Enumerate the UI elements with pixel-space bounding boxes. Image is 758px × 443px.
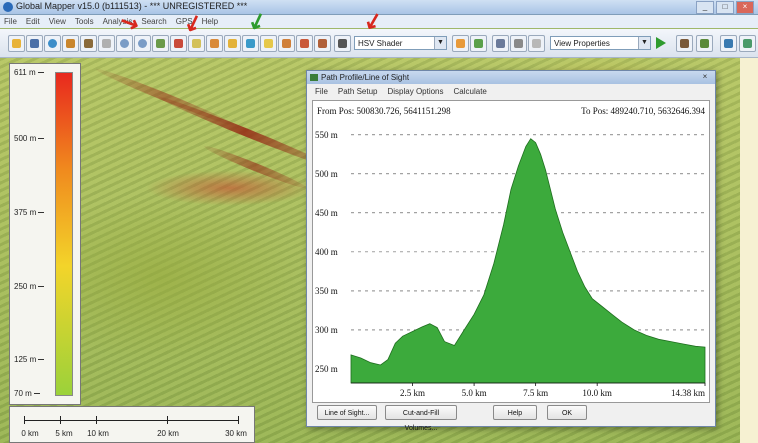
legend-label: 125 m <box>14 355 45 364</box>
ok-button[interactable]: OK <box>547 405 587 420</box>
dialog-menu-display-options[interactable]: Display Options <box>387 87 443 96</box>
menu-edit[interactable]: Edit <box>26 17 40 26</box>
menu-view[interactable]: View <box>49 17 66 26</box>
globe-icon[interactable] <box>44 35 61 52</box>
side-panel-strip <box>740 58 758 443</box>
terrain-ridge <box>93 65 237 129</box>
elevation-icon[interactable] <box>720 35 737 52</box>
line-of-sight-button[interactable]: Line of Sight... <box>317 405 377 420</box>
scale-label: 10 km <box>87 429 109 438</box>
x-tick-label: 10.0 km <box>582 388 612 398</box>
maximize-icon[interactable]: □ <box>716 1 734 14</box>
toolbar: HSV Shader ▼ View Properties ▼ <box>0 29 758 58</box>
binoculars-icon[interactable] <box>334 35 351 52</box>
elevation-legend: 611 m 500 m 375 m 250 m 125 m 70 m <box>9 63 81 405</box>
line-of-sight-icon[interactable] <box>260 35 277 52</box>
overlay-icon[interactable] <box>80 35 97 52</box>
export-icon[interactable] <box>492 35 509 52</box>
x-tick-label: 2.5 km <box>400 388 425 398</box>
zoom-in-icon[interactable] <box>116 35 133 52</box>
profile-icon <box>310 74 318 81</box>
scale-tick <box>96 416 97 424</box>
dialog-title-bar[interactable]: Path Profile/Line of Sight × <box>307 71 715 84</box>
play-icon[interactable] <box>656 37 666 49</box>
tower-icon[interactable] <box>278 35 295 52</box>
feature-info-icon[interactable] <box>206 35 223 52</box>
legend-label: 250 m <box>14 282 45 291</box>
minimize-icon[interactable]: _ <box>696 1 714 14</box>
y-tick-label: 400 m <box>315 247 338 257</box>
layers-icon[interactable] <box>62 35 79 52</box>
menu-file[interactable]: File <box>4 17 17 26</box>
print-icon[interactable] <box>510 35 527 52</box>
full-view-icon[interactable] <box>170 35 187 52</box>
light-icon[interactable] <box>470 35 487 52</box>
window-controls: _ □ × <box>696 1 754 14</box>
x-tick-label: 14.38 km <box>671 388 705 398</box>
measure-icon[interactable] <box>188 35 205 52</box>
y-tick-label: 550 m <box>315 130 338 140</box>
legend-label: 500 m <box>14 134 45 143</box>
help-button[interactable]: Help <box>493 405 537 420</box>
menu-tools[interactable]: Tools <box>75 17 94 26</box>
scale-tick <box>238 416 239 424</box>
dialog-menu-calculate[interactable]: Calculate <box>454 87 487 96</box>
scale-bar-line <box>24 420 239 421</box>
scale-tick <box>167 416 168 424</box>
terrain-icon[interactable] <box>696 35 713 52</box>
dialog-menu-bar: File Path Setup Display Options Calculat… <box>307 85 715 98</box>
y-tick-label: 250 m <box>315 364 338 374</box>
area-icon[interactable] <box>224 35 241 52</box>
3d-view-icon[interactable] <box>676 35 693 52</box>
save-icon[interactable] <box>26 35 43 52</box>
scale-label: 30 km <box>225 429 247 438</box>
y-tick-label: 350 m <box>315 286 338 296</box>
close-icon[interactable]: × <box>698 72 712 82</box>
x-tick-label: 5.0 km <box>462 388 487 398</box>
scale-tick <box>24 416 25 424</box>
watershed-icon[interactable] <box>739 35 756 52</box>
scale-bar: 0 km 5 km 10 km 20 km 30 km <box>9 406 255 443</box>
elevation-color-ramp <box>55 72 73 396</box>
draw-icon[interactable] <box>296 35 313 52</box>
profile-plot-area: From Pos: 500830.726, 5641151.298 To Pos… <box>312 100 710 403</box>
open-folder-icon[interactable] <box>8 35 25 52</box>
zoom-out-icon[interactable] <box>134 35 151 52</box>
legend-label: 70 m <box>14 389 40 398</box>
view-select-value: View Properties <box>554 39 610 48</box>
close-icon[interactable]: × <box>736 1 754 14</box>
menu-search[interactable]: Search <box>141 17 166 26</box>
menu-help[interactable]: Help <box>202 17 218 26</box>
copy-icon[interactable] <box>528 35 545 52</box>
elevation-profile-area <box>350 138 706 384</box>
y-tick-label: 500 m <box>315 169 338 179</box>
profile-chart: 250 m 300 m 350 m 400 m 450 m 500 m 550 m 2.5 k… <box>315 130 706 398</box>
dialog-button-row: Line of Sight... Cut-and-Fill Volumes...… <box>307 405 715 432</box>
x-tick-label: 7.5 km <box>523 388 548 398</box>
chevron-down-icon[interactable]: ▼ <box>434 37 446 49</box>
chevron-down-icon[interactable]: ▼ <box>638 37 650 49</box>
view-properties-select[interactable]: View Properties ▼ <box>550 36 651 50</box>
edit-icon[interactable] <box>98 35 115 52</box>
shader-select[interactable]: HSV Shader ▼ <box>354 36 447 50</box>
dialog-title: Path Profile/Line of Sight <box>321 73 410 82</box>
scale-label: 20 km <box>157 429 179 438</box>
digitize-icon[interactable] <box>314 35 331 52</box>
scale-tick <box>60 416 61 424</box>
path-profile-dialog: Path Profile/Line of Sight × File Path S… <box>306 70 716 432</box>
pan-icon[interactable] <box>152 35 169 52</box>
scale-label: 0 km <box>21 429 39 438</box>
path-profile-icon[interactable] <box>242 35 259 52</box>
palette-icon[interactable] <box>452 35 469 52</box>
scale-label: 5 km <box>55 429 73 438</box>
app-icon <box>3 2 13 12</box>
y-tick-label: 450 m <box>315 208 338 218</box>
dialog-menu-path-setup[interactable]: Path Setup <box>338 87 378 96</box>
y-tick-label: 300 m <box>315 325 338 335</box>
legend-label: 611 m <box>14 68 44 77</box>
dialog-menu-file[interactable]: File <box>315 87 328 96</box>
shader-select-value: HSV Shader <box>358 39 403 48</box>
legend-label: 375 m <box>14 208 45 217</box>
cut-and-fill-button[interactable]: Cut-and-Fill Volumes... <box>385 405 457 432</box>
